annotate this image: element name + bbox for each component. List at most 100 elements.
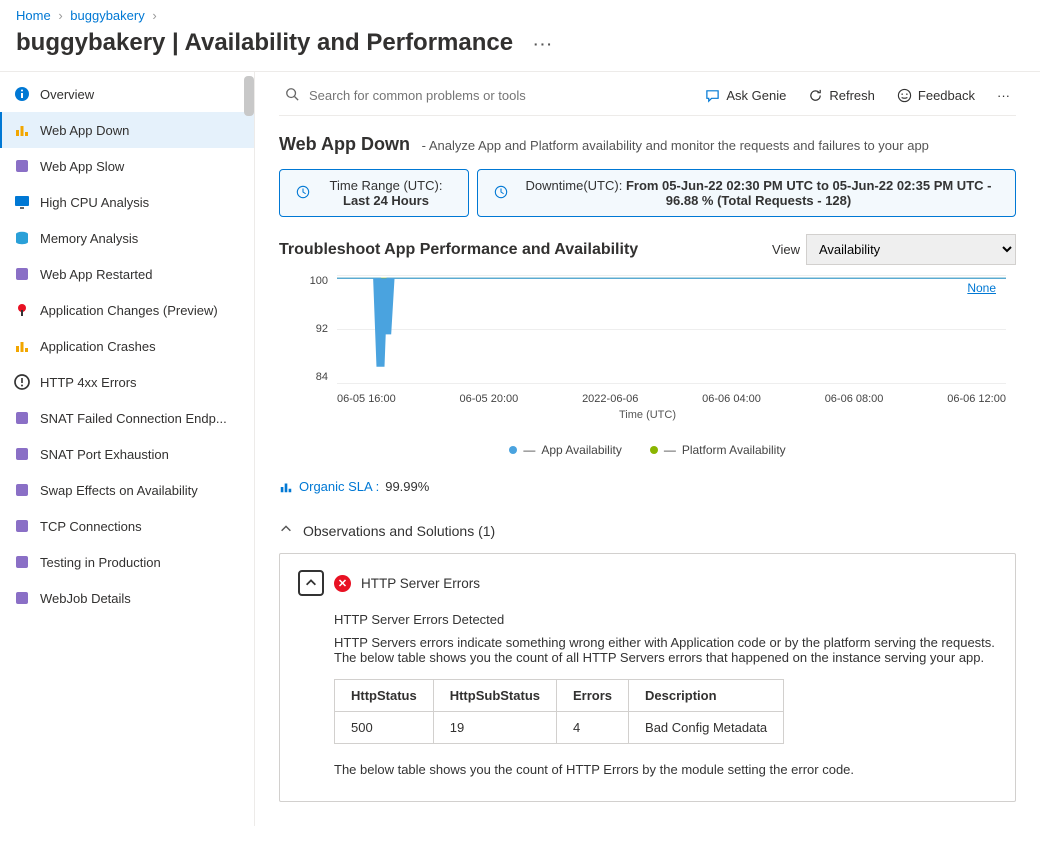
sidebar-item-app-crashes[interactable]: Application Crashes (0, 328, 254, 364)
view-select[interactable]: Availability (806, 234, 1016, 265)
refresh-button[interactable]: Refresh (802, 84, 881, 107)
sidebar-item-webjob[interactable]: WebJob Details (0, 580, 254, 616)
sidebar-item-overview[interactable]: Overview (0, 76, 254, 112)
sidebar-item-label: Swap Effects on Availability (40, 483, 198, 498)
sidebar: Overview Web App Down Web App Slow High … (0, 72, 255, 826)
x-tick: 06-05 20:00 (460, 393, 519, 405)
y-tick: 92 (279, 323, 328, 335)
table-cell: Bad Config Metadata (629, 712, 784, 744)
sidebar-item-web-app-down[interactable]: Web App Down (0, 112, 254, 148)
database-icon (14, 230, 30, 246)
sidebar-item-tcp[interactable]: TCP Connections (0, 508, 254, 544)
observations-panel: ✕ HTTP Server Errors HTTP Server Errors … (279, 553, 1016, 802)
chevron-up-icon (279, 522, 293, 539)
chat-icon (705, 88, 720, 103)
sidebar-item-label: Application Crashes (40, 339, 156, 354)
time-range-card[interactable]: Time Range (UTC): Last 24 Hours (279, 169, 469, 217)
sidebar-item-memory[interactable]: Memory Analysis (0, 220, 254, 256)
table-row: 500 19 4 Bad Config Metadata (335, 712, 784, 744)
obs-detected: HTTP Server Errors Detected (334, 612, 997, 627)
table-header: HttpSubStatus (433, 680, 556, 712)
sidebar-item-label: Application Changes (Preview) (40, 303, 218, 318)
table-header: HttpStatus (335, 680, 434, 712)
smile-icon (897, 88, 912, 103)
feedback-button[interactable]: Feedback (891, 84, 981, 107)
downtime-card[interactable]: Downtime(UTC): From 05-Jun-22 02:30 PM U… (477, 169, 1016, 217)
table-cell: 4 (557, 712, 629, 744)
sidebar-item-label: WebJob Details (40, 591, 131, 606)
availability-chart: None 100 92 84 (279, 275, 1016, 457)
ask-genie-button[interactable]: Ask Genie (699, 84, 792, 107)
obs-item-title: HTTP Server Errors (361, 576, 480, 591)
sidebar-item-label: HTTP 4xx Errors (40, 375, 137, 390)
breadcrumb-home[interactable]: Home (16, 8, 51, 23)
legend-app[interactable]: — App Availability (509, 443, 622, 457)
x-tick: 06-06 08:00 (825, 393, 884, 405)
clock-icon (296, 185, 310, 202)
legend-platform[interactable]: — Platform Availability (650, 443, 786, 457)
search-icon (285, 87, 299, 104)
observations-header[interactable]: Observations and Solutions (1) (279, 522, 1016, 539)
breadcrumb-item[interactable]: buggybakery (70, 8, 144, 23)
module-icon (14, 482, 30, 498)
toolbar: Ask Genie Refresh Feedback ··· (279, 84, 1016, 116)
section-subtitle: - Analyze App and Platform availability … (422, 138, 929, 153)
sidebar-item-web-app-restarted[interactable]: Web App Restarted (0, 256, 254, 292)
sidebar-item-web-app-slow[interactable]: Web App Slow (0, 148, 254, 184)
sidebar-item-label: Web App Slow (40, 159, 124, 174)
alert-circle-icon (14, 374, 30, 390)
main-content: Ask Genie Refresh Feedback ··· Web App D… (255, 72, 1040, 826)
sidebar-item-app-changes[interactable]: Application Changes (Preview) (0, 292, 254, 328)
organic-sla[interactable]: Organic SLA : 99.99% (279, 479, 1016, 494)
pin-icon (14, 302, 30, 318)
sidebar-item-label: Web App Down (40, 123, 129, 138)
module-icon (14, 518, 30, 534)
error-icon: ✕ (334, 575, 351, 592)
sidebar-item-label: TCP Connections (40, 519, 142, 534)
sidebar-item-label: Memory Analysis (40, 231, 138, 246)
info-icon (14, 86, 30, 102)
table-header-row: HttpStatus HttpSubStatus Errors Descript… (335, 680, 784, 712)
collapse-button[interactable] (298, 570, 324, 596)
table-header: Errors (557, 680, 629, 712)
table-header: Description (629, 680, 784, 712)
module-icon (14, 158, 30, 174)
scrollbar[interactable] (244, 76, 254, 116)
bar-chart-icon (14, 338, 30, 354)
y-tick: 84 (279, 371, 328, 383)
obs-description: HTTP Servers errors indicate something w… (334, 635, 997, 665)
sidebar-item-high-cpu[interactable]: High CPU Analysis (0, 184, 254, 220)
chevron-right-icon: › (148, 8, 160, 23)
sidebar-item-http-4xx[interactable]: HTTP 4xx Errors (0, 364, 254, 400)
http-error-table: HttpStatus HttpSubStatus Errors Descript… (334, 679, 784, 744)
refresh-icon (808, 88, 823, 103)
sidebar-item-label: High CPU Analysis (40, 195, 149, 210)
troubleshoot-title: Troubleshoot App Performance and Availab… (279, 241, 638, 259)
view-label: View (772, 242, 800, 257)
bar-chart-icon (279, 480, 293, 494)
x-tick: 06-06 04:00 (702, 393, 761, 405)
breadcrumb: Home › buggybakery › (0, 0, 1040, 27)
module-icon (14, 590, 30, 606)
module-icon (14, 446, 30, 462)
chevron-right-icon: › (54, 8, 66, 23)
search-input[interactable] (307, 87, 587, 104)
table-cell: 500 (335, 712, 434, 744)
sidebar-item-snat-failed[interactable]: SNAT Failed Connection Endp... (0, 400, 254, 436)
module-icon (14, 554, 30, 570)
module-icon (14, 266, 30, 282)
x-tick: 06-05 16:00 (337, 393, 396, 405)
more-button[interactable]: ··· (534, 36, 554, 52)
module-icon (14, 410, 30, 426)
section-title: Web App Down (279, 134, 410, 154)
sidebar-item-label: Testing in Production (40, 555, 161, 570)
sidebar-item-testing-prod[interactable]: Testing in Production (0, 544, 254, 580)
sidebar-item-swap-effects[interactable]: Swap Effects on Availability (0, 472, 254, 508)
sidebar-item-snat-port[interactable]: SNAT Port Exhaustion (0, 436, 254, 472)
sidebar-item-label: SNAT Failed Connection Endp... (40, 411, 227, 426)
more-button[interactable]: ··· (991, 84, 1016, 107)
x-axis-label: Time (UTC) (279, 409, 1016, 421)
obs-footer: The below table shows you the count of H… (334, 762, 997, 777)
bar-chart-icon (14, 122, 30, 138)
clock-icon (494, 185, 508, 202)
